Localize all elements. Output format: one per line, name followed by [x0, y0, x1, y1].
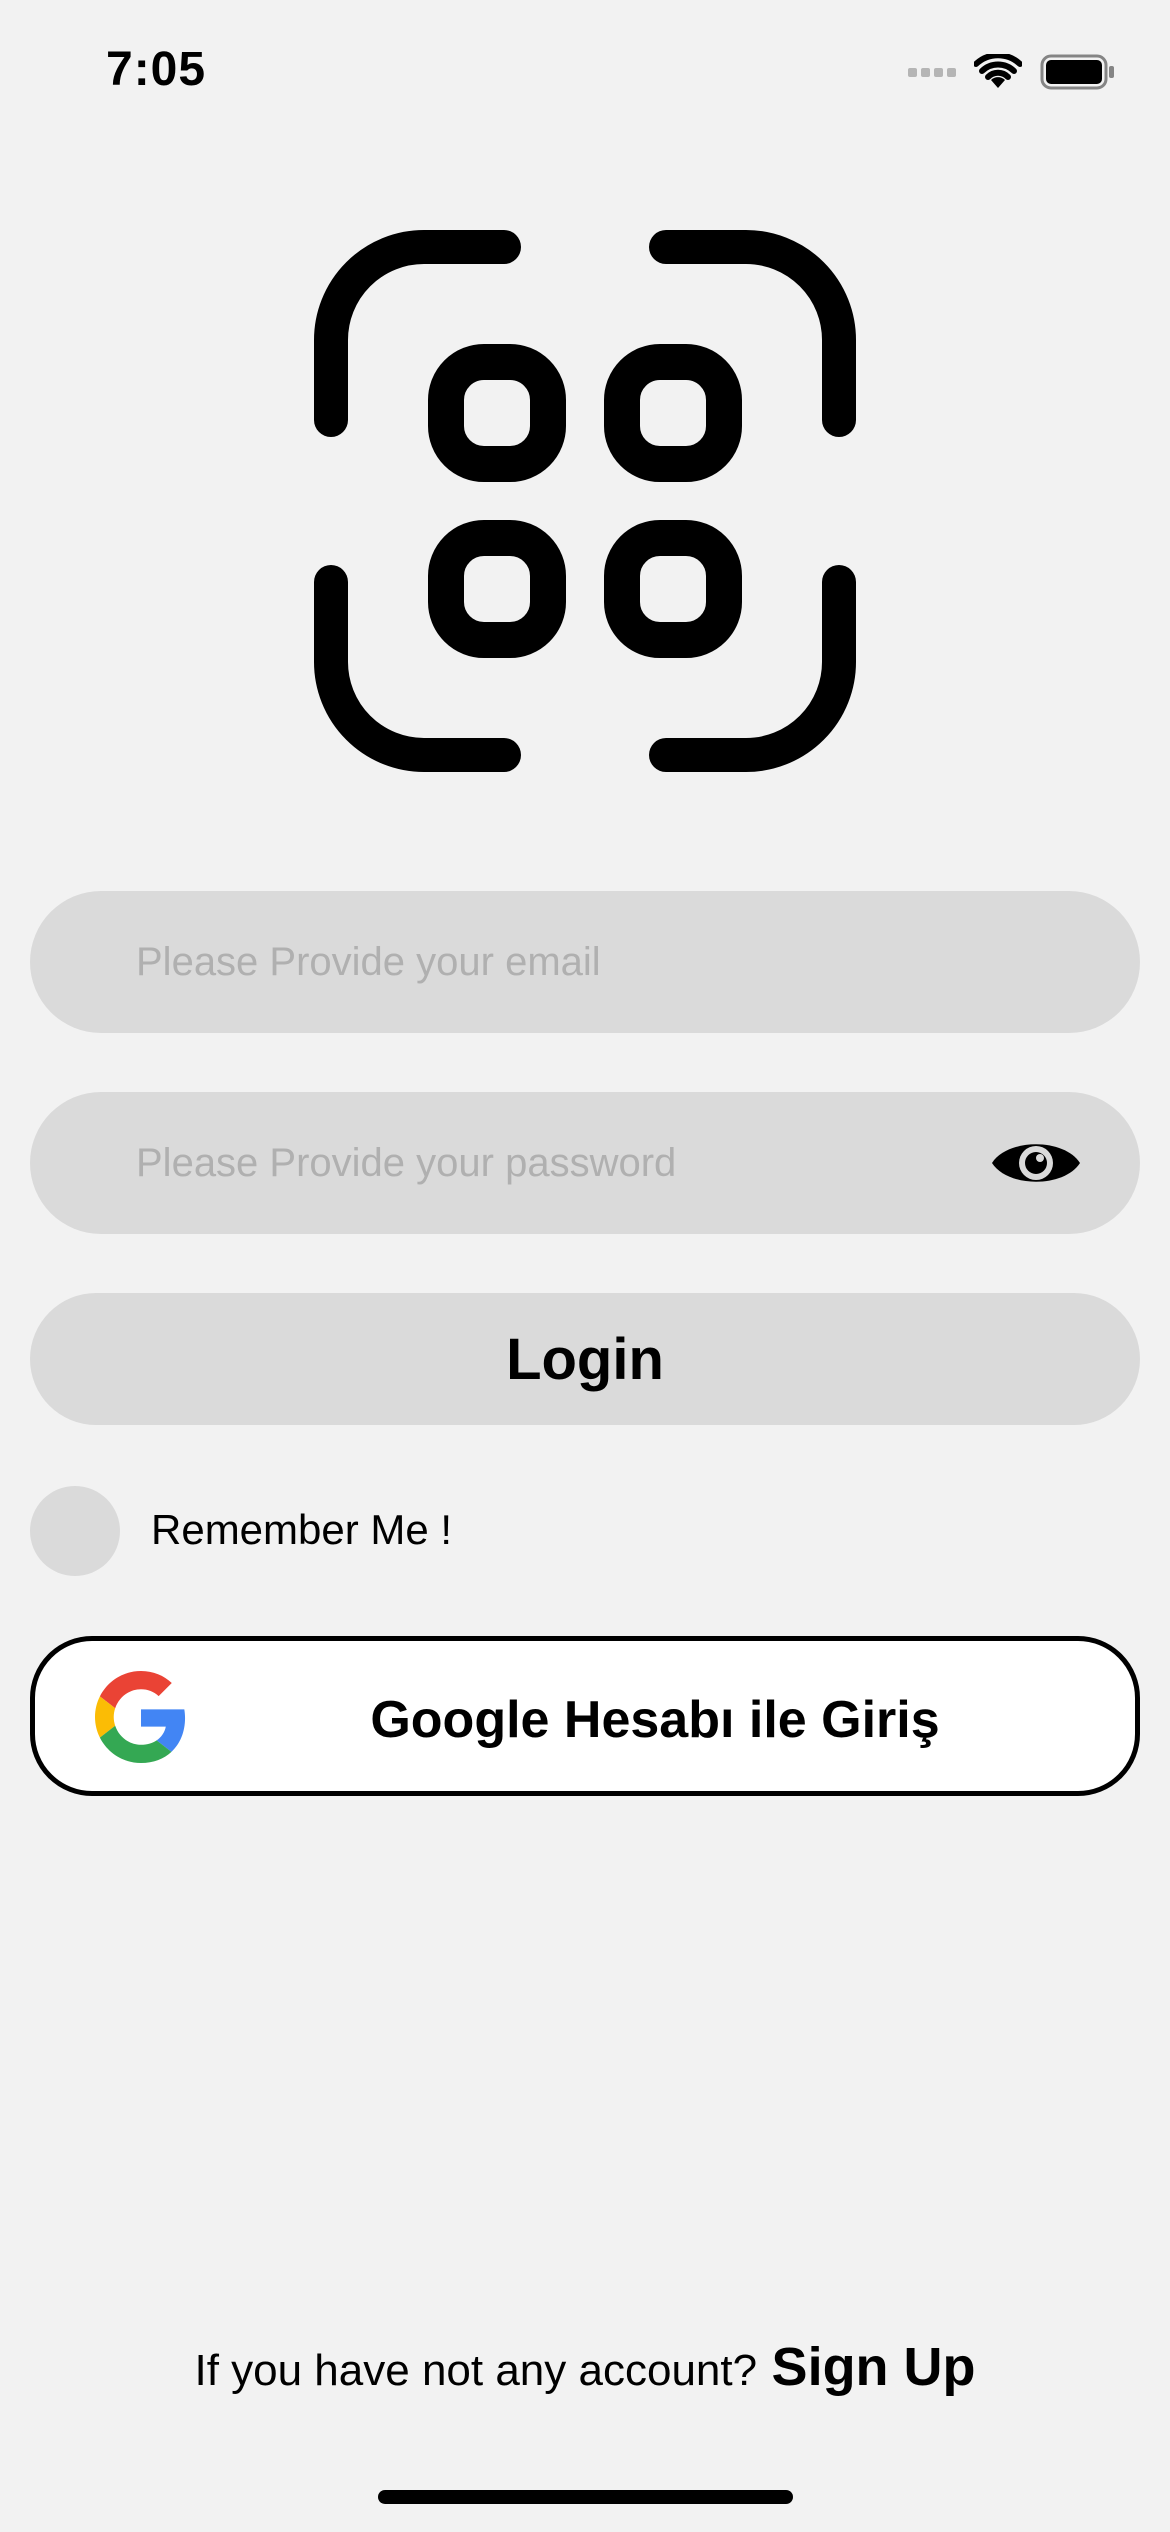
email-field[interactable] — [136, 891, 956, 1033]
signup-row: If you have not any account? Sign Up — [0, 2336, 1170, 2398]
email-field-container[interactable] — [30, 891, 1140, 1033]
status-bar-time: 7:05 — [106, 43, 207, 96]
scan-grid-icon — [314, 230, 856, 772]
remember-me-toggle[interactable] — [30, 1486, 120, 1576]
remember-me-label: Remember Me ! — [151, 1506, 453, 1553]
cellular-signal-icon — [908, 67, 956, 77]
home-indicator[interactable] — [378, 2490, 793, 2504]
eye-icon[interactable] — [990, 1134, 1082, 1192]
google-sign-in-button[interactable]: Google Hesabı ile Giriş — [30, 1636, 1140, 1796]
password-field[interactable] — [136, 1092, 956, 1234]
google-sign-in-label: Google Hesabı ile Giriş — [370, 1691, 940, 1749]
signup-link[interactable]: Sign Up — [772, 2337, 976, 2397]
status-bar-icons — [908, 52, 1116, 92]
wifi-icon — [974, 54, 1022, 88]
signup-prompt: If you have not any account? — [194, 2346, 758, 2395]
password-field-container[interactable] — [30, 1092, 1140, 1234]
login-button[interactable]: Login — [30, 1293, 1140, 1425]
battery-icon — [1040, 54, 1114, 90]
